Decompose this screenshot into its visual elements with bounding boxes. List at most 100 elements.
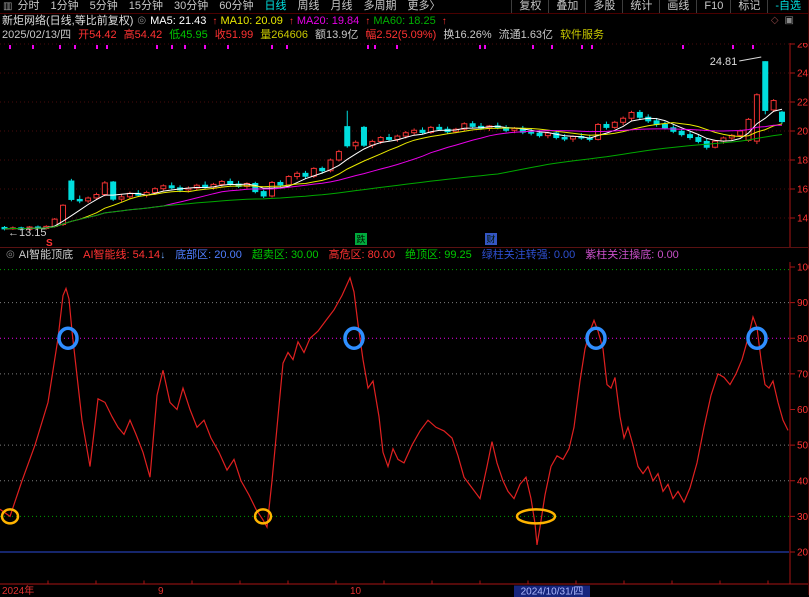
magenta-signal-mark: [156, 45, 158, 49]
info-float: 流通1.63亿: [499, 28, 553, 43]
timeframe-tabs: 分时 1分钟 5分钟 15分钟 30分钟 60分钟日线周线月线多周期更多〉: [17, 0, 440, 13]
ohlc-info-row: 2025/02/13/四开54.42高54.42低45.95收51.99量264…: [0, 28, 808, 43]
indicator-header: ◎ AI智能顶底 AI智能线: 54.14↓底部区: 20.00超卖区: 30.…: [0, 247, 808, 262]
candlestick-chart[interactable]: 2624222018161424.81←13.15S跌财: [0, 43, 809, 247]
crosshair-date-label: 2024/10/31/四: [521, 587, 584, 597]
tab-monthly[interactable]: 月线: [330, 0, 352, 13]
candle-body: [111, 182, 116, 199]
magenta-signal-mark: [367, 45, 369, 49]
info-close: 收51.99: [215, 28, 254, 43]
candle-body: [102, 183, 107, 195]
candle-body: [612, 122, 617, 127]
ma10-value: MA10: 20.09: [220, 15, 282, 27]
candle-body: [119, 197, 124, 199]
candles: [2, 61, 784, 231]
ai-line-arrow-icon: ↓: [160, 250, 165, 261]
info-turnover: 换16.26%: [443, 28, 491, 43]
low-price-label: ←13.15: [8, 227, 47, 239]
candle-body: [387, 138, 392, 140]
signal-dot-markers: [9, 45, 754, 49]
menu-stats[interactable]: 统计: [622, 0, 659, 13]
candle-body: [545, 133, 550, 136]
tab-more[interactable]: 更多〉: [407, 0, 440, 13]
candle-body: [77, 199, 82, 200]
badge-label: 财: [486, 234, 495, 245]
candle-body: [629, 112, 634, 118]
candle-body: [353, 142, 358, 145]
magenta-signal-mark: [271, 45, 273, 49]
indicator-axis-label: 80: [797, 334, 809, 345]
high-price-pointer: [739, 57, 761, 61]
ma10-trend-arrow-icon: ↑: [289, 16, 294, 27]
magenta-signal-mark: [286, 45, 288, 49]
price-axis-label: 26: [797, 43, 809, 51]
menu-adjust[interactable]: 复权: [511, 0, 548, 13]
candle-body: [621, 118, 626, 122]
candle-body: [261, 192, 266, 196]
menu-mark[interactable]: 标记: [730, 0, 767, 13]
tab-weekly[interactable]: 周线: [297, 0, 319, 13]
tab-daily[interactable]: 日线: [264, 0, 286, 13]
candle-body: [604, 124, 609, 127]
candle-body: [763, 62, 768, 111]
candle-body: [94, 195, 99, 198]
indicator-axis-label: 100: [797, 263, 809, 274]
tab-1min[interactable]: 1分钟: [50, 0, 78, 13]
window-grid-icon[interactable]: ▥: [3, 0, 12, 13]
magenta-signal-mark: [479, 45, 481, 49]
badge-label: 跌: [356, 235, 365, 245]
magenta-signal-mark: [484, 45, 486, 49]
indicator-axis-label: 40: [797, 476, 809, 487]
menu-draw[interactable]: 画线: [659, 0, 696, 13]
ma10-line: [5, 123, 783, 229]
candle-body: [169, 186, 174, 188]
tab-60min[interactable]: 60分钟: [219, 0, 253, 13]
candle-body: [437, 127, 442, 129]
tab-30min[interactable]: 30分钟: [174, 0, 208, 13]
indicator-axis-label: 90: [797, 298, 809, 309]
candle-body: [361, 127, 366, 145]
indicator-chart[interactable]: 10090807060504030202024年9102024/10/31/四: [0, 262, 809, 597]
magenta-signal-mark: [374, 45, 376, 49]
magenta-signal-mark: [682, 45, 684, 49]
info-date: 2025/02/13/四: [2, 28, 71, 43]
tab-15min[interactable]: 15分钟: [129, 0, 163, 13]
ma20-trend-arrow-icon: ↑: [365, 16, 370, 27]
candle-body: [562, 138, 567, 139]
candle-body: [320, 168, 325, 170]
ma60-value: MA60: 18.25: [373, 15, 435, 27]
candle-body: [679, 131, 684, 134]
indicator-axis-label: 30: [797, 512, 809, 523]
candle-body: [403, 133, 408, 136]
menu-f10[interactable]: F10: [696, 0, 730, 13]
ma5-value: MA5: 21.43: [150, 15, 206, 27]
candle-body: [637, 112, 642, 117]
candle-body: [662, 124, 667, 127]
tab-5min[interactable]: 5分钟: [90, 0, 118, 13]
tab-multi-period[interactable]: 多周期: [363, 0, 396, 13]
ma60-trend-arrow-icon: ↑: [442, 16, 447, 27]
indicator-settings-icon[interactable]: ◎: [6, 248, 15, 262]
menu-overlay[interactable]: 叠加: [548, 0, 585, 13]
diamond-icon[interactable]: ◇: [771, 14, 779, 28]
candle-body: [278, 182, 283, 184]
menu-multi-stock[interactable]: 多股: [585, 0, 622, 13]
candle-body: [470, 124, 475, 127]
magenta-signal-mark: [732, 45, 734, 49]
indicator-ai-line: AI智能线: 54.14↓: [83, 249, 165, 261]
ma-settings-icon[interactable]: ◎: [137, 14, 146, 28]
candle-body: [412, 130, 417, 132]
tab-intraday[interactable]: 分时: [17, 0, 39, 13]
magenta-signal-mark: [96, 45, 98, 49]
ma5-trend-arrow-icon: ↑: [212, 16, 217, 27]
magenta-signal-mark: [171, 45, 173, 49]
info-volume: 量264606: [260, 28, 308, 43]
panel-icon[interactable]: ▣: [785, 14, 794, 28]
menu-watchlist[interactable]: -自选: [767, 0, 808, 13]
stock-header-row: 新炬网络(日线,等比前复权) ◎ MA5: 21.43↑ MA10: 20.09…: [0, 14, 808, 28]
magenta-signal-mark: [32, 45, 34, 49]
magenta-signal-mark: [204, 45, 206, 49]
indicator-purple-bar: 紫柱关注操底: 0.00: [585, 249, 679, 261]
candle-body: [345, 127, 350, 146]
ma-values: MA5: 21.43↑ MA10: 20.09↑ MA20: 19.84↑ MA…: [150, 14, 447, 29]
